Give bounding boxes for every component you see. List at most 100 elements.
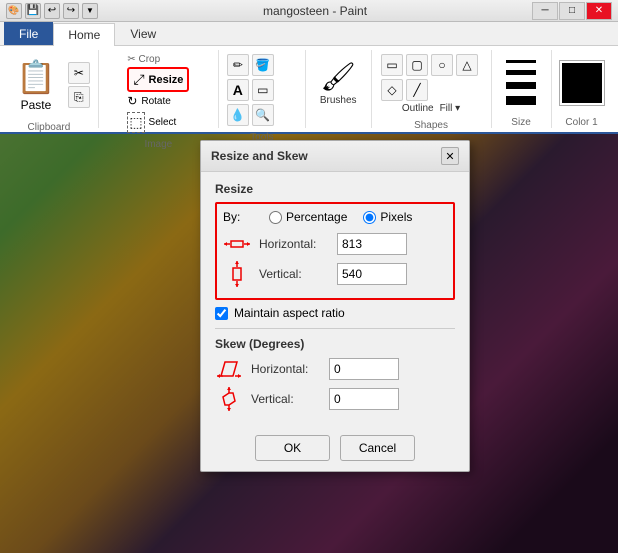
horizontal-input[interactable] xyxy=(337,233,407,255)
vertical-resize-icon xyxy=(223,262,251,286)
ribbon-group-color: Color 1 xyxy=(552,50,612,128)
pixels-option[interactable]: Pixels xyxy=(363,210,412,224)
horizontal-resize-icon xyxy=(223,232,251,256)
size-line-4[interactable] xyxy=(506,96,536,105)
ribbon-tabs: File Home View xyxy=(0,22,618,46)
by-label: By: xyxy=(223,210,253,224)
redo-icon[interactable]: ↪ xyxy=(63,3,79,19)
shape-ellipse[interactable]: ○ xyxy=(431,54,453,76)
skew-horizontal-row: Horizontal: xyxy=(215,357,455,381)
clipboard-content: 📋 Paste ✂ ⎘ xyxy=(8,50,90,120)
brushes-label: Brushes xyxy=(320,95,357,106)
ok-button[interactable]: OK xyxy=(255,435,330,461)
brushes-icon: 🖌 xyxy=(320,60,356,93)
shape-triangle[interactable]: △ xyxy=(456,54,478,76)
resize-skew-dialog: Resize and Skew ✕ Resize By: Percentage … xyxy=(200,140,470,472)
maintain-aspect-row: Maintain aspect ratio xyxy=(215,306,455,320)
tab-home[interactable]: Home xyxy=(53,23,115,46)
skew-v-icon xyxy=(219,385,239,413)
skew-h-icon xyxy=(215,358,243,380)
cut-button[interactable]: ✂ xyxy=(68,62,90,84)
vertical-input[interactable] xyxy=(337,263,407,285)
pixels-radio[interactable] xyxy=(363,211,376,224)
resize-label: Resize xyxy=(149,74,184,86)
undo-icon[interactable]: ↩ xyxy=(44,3,60,19)
maintain-aspect-checkbox[interactable] xyxy=(215,307,228,320)
copy-button[interactable]: ⎘ xyxy=(68,86,90,108)
title-bar-icons: 🎨 💾 ↩ ↪ ▼ xyxy=(6,3,98,19)
skew-horizontal-icon xyxy=(215,357,243,381)
magnify-tool[interactable]: 🔍 xyxy=(252,104,274,126)
shape-diamond[interactable]: ◇ xyxy=(381,79,403,101)
eyedropper-tool[interactable]: 💧 xyxy=(227,104,249,126)
rotate-button[interactable]: ↻ Rotate xyxy=(127,94,171,108)
minimize-button[interactable]: ─ xyxy=(532,2,558,20)
v-arrows-icon xyxy=(227,260,247,288)
size-label: Size xyxy=(511,117,530,128)
vertical-label: Vertical: xyxy=(259,267,329,281)
dialog-body: Resize By: Percentage Pixels xyxy=(201,172,469,427)
percentage-option[interactable]: Percentage xyxy=(269,210,347,224)
title-bar: 🎨 💾 ↩ ↪ ▼ mangosteen - Paint ─ □ ✕ xyxy=(0,0,618,22)
fill-label[interactable]: Fill ▾ xyxy=(440,103,461,114)
ribbon-group-shapes: ▭ ▢ ○ △ ◇ ╱ Outline Fill ▾ Shapes xyxy=(372,50,492,128)
by-row: By: Percentage Pixels xyxy=(223,210,447,224)
skew-vertical-row: Vertical: xyxy=(215,387,455,411)
paste-label: Paste xyxy=(21,98,52,112)
rotate-label: Rotate xyxy=(141,96,170,107)
dialog-title-bar: Resize and Skew ✕ xyxy=(201,141,469,172)
ribbon-group-image: ✂ Crop ⤢ Resize ↻ Rotate ⬚ Select Image xyxy=(99,50,219,128)
shapes-label: Shapes xyxy=(414,120,448,131)
dialog-buttons: OK Cancel xyxy=(201,427,469,471)
maintain-aspect-label: Maintain aspect ratio xyxy=(234,306,345,320)
vertical-row: Vertical: xyxy=(223,262,447,286)
color1-swatch[interactable] xyxy=(560,61,604,105)
ribbon: 📋 Paste ✂ ⎘ Clipboard ✂ Crop ⤢ Resize xyxy=(0,46,618,134)
save-icon-small[interactable]: 💾 xyxy=(25,3,41,19)
resize-icon: ⤢ xyxy=(133,71,144,88)
app-icon: 🎨 xyxy=(6,3,22,19)
divider xyxy=(215,328,455,329)
image-content: ✂ Crop ⤢ Resize ↻ Rotate ⬚ Select xyxy=(127,50,189,137)
size-line-2[interactable] xyxy=(506,70,536,75)
shape-rounded-rect[interactable]: ▢ xyxy=(406,54,428,76)
dialog-title: Resize and Skew xyxy=(211,149,308,163)
close-button[interactable]: ✕ xyxy=(586,2,612,20)
percentage-label: Percentage xyxy=(286,210,347,224)
size-line-1[interactable] xyxy=(506,60,536,63)
tab-view[interactable]: View xyxy=(115,22,171,45)
window-chrome: 🎨 💾 ↩ ↪ ▼ mangosteen - Paint ─ □ ✕ File … xyxy=(0,0,618,134)
shape-line[interactable]: ╱ xyxy=(406,79,428,101)
color-content xyxy=(560,50,604,115)
ribbon-group-tools: ✏ 🪣 A ▭ 💧 🔍 Tools xyxy=(219,50,306,128)
resize-button[interactable]: ⤢ Resize xyxy=(127,67,189,92)
size-content xyxy=(506,50,536,115)
skew-horizontal-label: Horizontal: xyxy=(251,362,321,376)
crop-button-label[interactable]: ✂ Crop xyxy=(127,54,160,65)
pixels-label: Pixels xyxy=(380,210,412,224)
tab-file[interactable]: File xyxy=(4,22,53,45)
eraser-tool[interactable]: ▭ xyxy=(252,79,274,101)
skew-horizontal-input[interactable] xyxy=(329,358,399,380)
brushes-content: 🖌 Brushes xyxy=(314,50,363,115)
percentage-radio[interactable] xyxy=(269,211,282,224)
outline-label[interactable]: Outline xyxy=(402,103,434,114)
fill-tool[interactable]: 🪣 xyxy=(252,54,274,76)
skew-vertical-input[interactable] xyxy=(329,388,399,410)
dropdown-icon[interactable]: ▼ xyxy=(82,3,98,19)
window-title: mangosteen - Paint xyxy=(98,4,532,18)
dialog-close-button[interactable]: ✕ xyxy=(441,147,459,165)
rotate-icon: ↻ xyxy=(127,94,137,108)
pencil-tool[interactable]: ✏ xyxy=(227,54,249,76)
text-tool[interactable]: A xyxy=(227,79,249,101)
maximize-button[interactable]: □ xyxy=(559,2,585,20)
cancel-button[interactable]: Cancel xyxy=(340,435,415,461)
select-button[interactable]: ⬚ Select xyxy=(127,112,176,133)
paste-button[interactable]: 📋 Paste xyxy=(8,54,64,116)
horizontal-label: Horizontal: xyxy=(259,237,329,251)
ribbon-group-brushes: 🖌 Brushes . xyxy=(306,50,372,128)
brushes-button[interactable]: 🖌 Brushes xyxy=(314,56,363,110)
size-line-3[interactable] xyxy=(506,82,536,89)
resize-highlight-box: By: Percentage Pixels xyxy=(215,202,455,300)
shape-rect[interactable]: ▭ xyxy=(381,54,403,76)
